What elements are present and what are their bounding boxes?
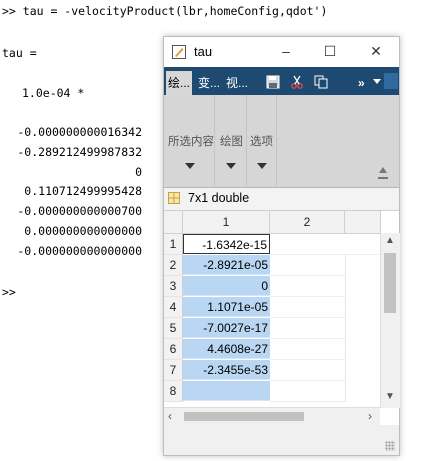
row-header[interactable]: 1	[164, 234, 183, 255]
variable-tab[interactable]: 7x1 double	[164, 188, 399, 211]
maximize-button[interactable]: ☐	[320, 42, 340, 60]
plot-label: 绘图	[220, 136, 243, 148]
chevron-down-icon[interactable]	[185, 163, 195, 169]
toolstrip-tabs: 绘... 变... 视... »	[164, 67, 399, 95]
variable-name-line: tau =	[2, 46, 37, 60]
row-header[interactable]: 7	[164, 360, 183, 381]
table-cell[interactable]	[183, 381, 270, 401]
corner-header	[164, 211, 183, 234]
chevron-down-icon[interactable]	[226, 163, 236, 169]
variable-editor-icon	[172, 45, 186, 59]
selection-label: 所选内容	[168, 136, 214, 148]
scale-factor: 1.0e-04 *	[22, 86, 85, 100]
output-value: 0.110712499995428	[24, 184, 142, 198]
row-header[interactable]: 3	[164, 276, 183, 297]
row-header[interactable]: 8	[164, 381, 183, 402]
output-value: 0.000000000000000	[24, 224, 142, 238]
chevron-down-icon[interactable]	[257, 163, 267, 169]
table-cell-empty[interactable]	[345, 234, 380, 255]
scroll-thumb[interactable]	[384, 253, 396, 313]
command-prompt[interactable]: >>	[2, 285, 16, 299]
column-header[interactable]: 2	[270, 211, 345, 234]
plot-group[interactable]: 绘图	[216, 95, 247, 187]
horizontal-scrollbar[interactable]: ‹ ›	[164, 407, 380, 425]
command-line: >> tau = -velocityProduct(lbr,homeConfig…	[2, 4, 328, 18]
ribbon: 所选内容 绘图 选项	[164, 95, 399, 188]
scroll-left-icon[interactable]: ‹	[168, 409, 172, 423]
table-cell-empty[interactable]	[270, 339, 346, 360]
table-cell-empty[interactable]	[270, 297, 346, 318]
output-value: -0.000000000016342	[17, 125, 142, 139]
overflow-button[interactable]: »	[356, 71, 367, 95]
table-cell[interactable]: -7.0027e-17	[183, 318, 270, 338]
data-grid[interactable]: 1 2 1 2 3 4 5 6 7 8 -1.6342e-15 -2.8921e…	[164, 211, 399, 407]
vertical-scrollbar[interactable]: ▲ ▼	[380, 233, 400, 408]
expand-toolstrip-icon[interactable]	[384, 73, 398, 89]
scroll-up-icon[interactable]: ▲	[385, 235, 395, 246]
cut-icon[interactable]	[290, 75, 304, 89]
table-cell-empty[interactable]	[270, 234, 346, 255]
scroll-thumb[interactable]	[184, 412, 304, 421]
table-cell-empty[interactable]	[270, 255, 346, 276]
column-header-empty	[345, 211, 381, 234]
row-header[interactable]: 6	[164, 339, 183, 360]
table-cell[interactable]: 4.4608e-27	[183, 339, 270, 359]
close-button[interactable]: ✕	[366, 42, 386, 60]
collapse-toolstrip-icon[interactable]	[378, 167, 388, 179]
table-cell[interactable]: -2.8921e-05	[183, 255, 270, 275]
table-cell[interactable]: -2.3455e-53	[183, 360, 270, 380]
output-value: -0.000000000000700	[17, 204, 142, 218]
row-header[interactable]: 4	[164, 297, 183, 318]
table-cell-empty[interactable]	[270, 381, 346, 402]
row-header[interactable]: 2	[164, 255, 183, 276]
save-icon[interactable]	[266, 75, 280, 89]
variable-size-label: 7x1 double	[188, 191, 250, 205]
table-cell-empty[interactable]	[270, 318, 346, 339]
selection-group[interactable]: 所选内容	[164, 95, 215, 187]
status-bar	[164, 425, 399, 455]
table-cell[interactable]: 1.1071e-05	[183, 297, 270, 317]
tab-variable[interactable]: 变...	[196, 71, 222, 95]
options-group[interactable]: 选项	[248, 95, 277, 187]
scroll-down-icon[interactable]: ▼	[385, 391, 395, 402]
output-value: -0.000000000000000	[17, 244, 142, 258]
row-header[interactable]: 5	[164, 318, 183, 339]
table-cell-empty[interactable]	[270, 360, 346, 381]
output-value: 0	[135, 165, 142, 179]
tab-plots[interactable]: 绘...	[166, 71, 193, 95]
variables-window[interactable]: tau – ☐ ✕ 绘... 变... 视... » 所选内容 绘图 选项 7x…	[163, 36, 400, 456]
title-bar[interactable]: tau – ☐ ✕	[164, 37, 399, 67]
copy-icon[interactable]	[314, 75, 328, 89]
output-value: -0.289212499987832	[17, 145, 142, 159]
resize-grip-icon[interactable]	[385, 441, 395, 451]
column-header[interactable]: 1	[183, 211, 270, 234]
table-cell[interactable]: -1.6342e-15	[183, 234, 270, 254]
table-cell[interactable]: 0	[183, 276, 270, 296]
minimize-button[interactable]: –	[276, 42, 296, 60]
dropdown-icon[interactable]	[373, 79, 381, 84]
table-cell-empty[interactable]	[270, 276, 346, 297]
grid-icon	[168, 192, 180, 204]
options-label: 选项	[250, 136, 273, 148]
window-title: tau	[194, 44, 213, 59]
scroll-right-icon[interactable]: ›	[368, 409, 372, 423]
tab-view[interactable]: 视...	[224, 71, 250, 95]
